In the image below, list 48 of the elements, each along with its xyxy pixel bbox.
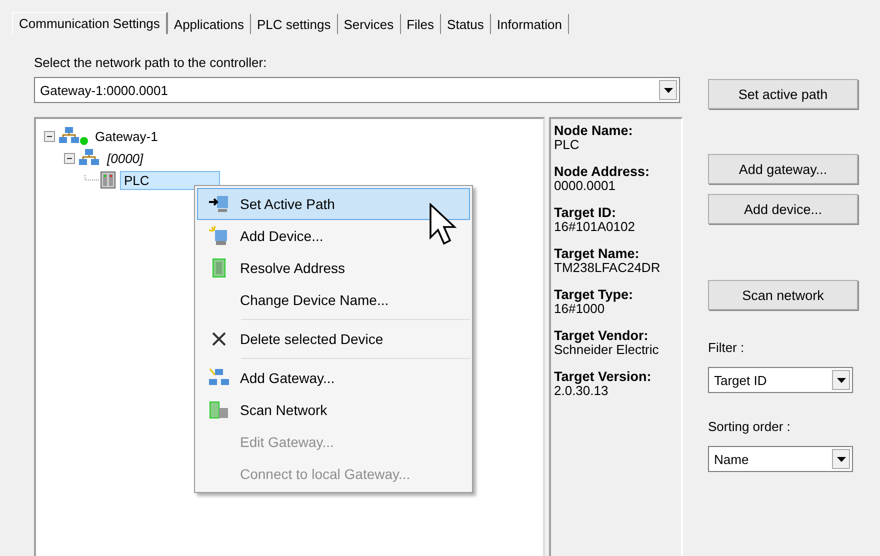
menu-item[interactable]: Delete selected Device — [197, 323, 470, 355]
menu-item[interactable]: Add Gateway... — [197, 362, 470, 394]
path-combo[interactable]: Gateway-1:0000.0001 — [34, 77, 680, 103]
path-label: Select the network path to the controller: — [34, 55, 268, 70]
network-icon — [208, 368, 230, 388]
info-label: Node Address: — [554, 164, 651, 179]
info-label: Target Type: — [554, 287, 634, 302]
tab[interactable]: Services — [338, 14, 401, 34]
info-value: PLC — [554, 138, 580, 152]
arrow-computer-icon — [208, 194, 230, 214]
new-computer-icon — [208, 226, 230, 246]
info-value: 16#1000 — [554, 302, 605, 316]
collapse-toggle[interactable] — [64, 152, 75, 164]
filter-combo[interactable]: Target ID — [708, 367, 853, 393]
menu-item[interactable]: Set Active Path — [197, 188, 470, 220]
network-icon — [58, 126, 80, 146]
sorting-order-label: Sorting order : — [708, 419, 792, 434]
menu-item[interactable]: Change Device Name... — [197, 284, 470, 316]
menu-item[interactable]: Resolve Address — [197, 252, 470, 284]
network-icon — [78, 148, 100, 168]
tab[interactable]: Files — [400, 14, 442, 34]
tab[interactable]: Communication Settings — [12, 12, 168, 34]
add-device-button[interactable]: Add device... — [708, 194, 858, 224]
scan-module-icon — [209, 400, 229, 420]
filter-label: Filter : — [708, 340, 746, 355]
info-value: 16#101A0102 — [554, 220, 636, 234]
info-label: Target ID: — [554, 205, 618, 220]
scan-network-button[interactable]: Scan network — [708, 280, 858, 310]
info-label: Target Vendor: — [554, 328, 650, 343]
info-label: Target Version: — [554, 369, 652, 384]
plc-icon — [100, 171, 116, 189]
info-value: 0000.0001 — [554, 179, 616, 193]
info-value: 2.0.30.13 — [554, 384, 610, 398]
close-icon — [212, 332, 226, 346]
tree-node-label[interactable]: PLC — [120, 170, 220, 190]
add-gateway-button[interactable]: Add gateway... — [708, 154, 858, 184]
sorting-combo[interactable]: Name — [708, 446, 853, 472]
module-icon — [212, 258, 226, 278]
info-label: Target Name: — [554, 246, 640, 261]
set-active-path-button[interactable]: Set active path — [708, 79, 858, 109]
collapse-toggle[interactable] — [44, 130, 55, 142]
menu-item[interactable]: Scan Network — [197, 394, 470, 426]
info-value: TM238LFAC24DR — [554, 261, 662, 275]
info-value: Schneider Electric — [554, 343, 660, 357]
tree-node-label[interactable]: Gateway-1 — [92, 128, 161, 144]
menu-item[interactable]: Add Device... — [197, 220, 470, 252]
tree-node-label[interactable]: [0000] — [104, 150, 146, 166]
info-label: Node Name: — [554, 123, 634, 138]
